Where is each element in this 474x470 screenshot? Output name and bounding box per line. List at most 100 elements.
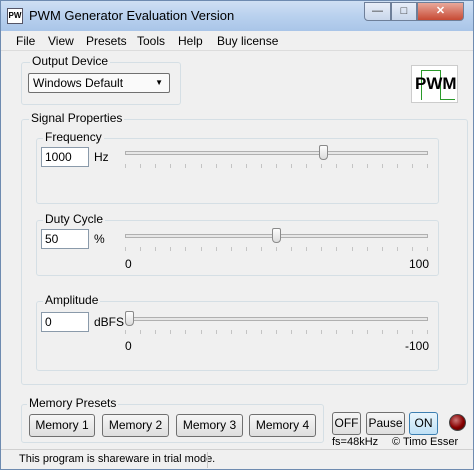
slider-tick: [397, 247, 398, 251]
duty-cycle-slider-ticks: [125, 247, 428, 253]
slider-tick: [412, 164, 413, 168]
slider-tick: [382, 164, 383, 168]
slider-tick: [185, 330, 186, 334]
slider-tick: [321, 330, 322, 334]
amplitude-input[interactable]: 0: [41, 312, 89, 332]
slider-tick: [125, 330, 126, 334]
menu-tools[interactable]: Tools: [137, 34, 165, 48]
memory-4-button[interactable]: Memory 4: [249, 414, 316, 437]
slider-tick: [427, 330, 428, 334]
title-bar[interactable]: PW PWM Generator Evaluation Version — □ …: [1, 1, 473, 31]
amplitude-label: Amplitude: [43, 293, 101, 307]
memory-1-button[interactable]: Memory 1: [29, 414, 95, 437]
minimize-button[interactable]: —: [364, 2, 391, 21]
output-device-select[interactable]: Windows Default ▼: [28, 73, 170, 93]
slider-tick: [185, 247, 186, 251]
maximize-button[interactable]: □: [391, 2, 417, 21]
logo-wave-line: [421, 70, 441, 71]
amplitude-slider-thumb[interactable]: [125, 311, 134, 326]
slider-tick: [201, 164, 202, 168]
slider-tick: [367, 164, 368, 168]
close-button[interactable]: ✕: [417, 2, 464, 21]
frequency-group: [36, 138, 439, 204]
slider-tick: [367, 247, 368, 251]
slider-tick: [261, 330, 262, 334]
slider-tick: [276, 330, 277, 334]
memory-3-button[interactable]: Memory 3: [176, 414, 243, 437]
slider-tick: [412, 247, 413, 251]
slider-tick: [321, 247, 322, 251]
menu-view[interactable]: View: [48, 34, 74, 48]
slider-tick: [306, 247, 307, 251]
slider-tick: [140, 330, 141, 334]
output-device-label: Output Device: [30, 54, 111, 68]
frequency-input[interactable]: 1000: [41, 147, 89, 167]
logo-wave-line: [440, 99, 455, 100]
menu-help[interactable]: Help: [178, 34, 203, 48]
memory-presets-label: Memory Presets: [27, 396, 119, 410]
status-text: This program is shareware in trial mode.: [19, 453, 216, 465]
slider-tick: [155, 247, 156, 251]
slider-tick: [185, 164, 186, 168]
slider-tick: [140, 247, 141, 251]
frequency-unit: Hz: [94, 150, 109, 164]
slider-tick: [231, 330, 232, 334]
on-button[interactable]: ON: [409, 412, 438, 435]
slider-tick: [261, 247, 262, 251]
copyright-label: © Timo Esser: [392, 436, 459, 448]
pause-button[interactable]: Pause: [366, 412, 405, 435]
amplitude-group: [36, 301, 439, 371]
menu-bar: File View Presets Tools Help Buy license: [1, 31, 473, 51]
output-device-value: Windows Default: [33, 76, 124, 90]
slider-tick: [170, 247, 171, 251]
slider-tick: [306, 330, 307, 334]
slider-tick: [382, 330, 383, 334]
slider-tick: [216, 247, 217, 251]
slider-tick: [427, 164, 428, 168]
status-separator: [207, 452, 208, 468]
slider-tick: [427, 247, 428, 251]
slider-tick: [352, 330, 353, 334]
slider-tick: [306, 164, 307, 168]
duty-cycle-slider-thumb[interactable]: [272, 228, 281, 243]
amplitude-slider-track[interactable]: [125, 317, 428, 321]
frequency-slider-track[interactable]: [125, 151, 428, 155]
frequency-slider-ticks: [125, 164, 428, 170]
slider-tick: [155, 330, 156, 334]
slider-tick: [276, 247, 277, 251]
menu-buy-license[interactable]: Buy license: [217, 34, 278, 48]
slider-tick: [170, 164, 171, 168]
slider-tick: [201, 247, 202, 251]
chevron-down-icon: ▼: [155, 78, 163, 87]
slider-tick: [382, 247, 383, 251]
frequency-slider-thumb[interactable]: [319, 145, 329, 160]
slider-tick: [216, 164, 217, 168]
slider-tick: [321, 164, 322, 168]
menu-presets[interactable]: Presets: [86, 34, 127, 48]
amplitude-scale-min: 0: [125, 339, 132, 353]
menu-file[interactable]: File: [16, 34, 35, 48]
slider-tick: [140, 164, 141, 168]
memory-2-button[interactable]: Memory 2: [102, 414, 169, 437]
off-button[interactable]: OFF: [332, 412, 361, 435]
signal-properties-label: Signal Properties: [29, 111, 125, 125]
slider-tick: [231, 164, 232, 168]
slider-tick: [367, 330, 368, 334]
slider-tick: [155, 164, 156, 168]
slider-tick: [170, 330, 171, 334]
app-icon[interactable]: PW: [7, 8, 23, 24]
slider-tick: [336, 330, 337, 334]
frequency-label: Frequency: [43, 130, 104, 144]
amplitude-slider-ticks: [125, 330, 428, 336]
slider-tick: [291, 330, 292, 334]
amplitude-scale-max: -100: [405, 339, 430, 353]
slider-tick: [397, 164, 398, 168]
duty-cycle-input[interactable]: 50: [41, 229, 89, 249]
amplitude-unit: dBFS: [94, 315, 125, 329]
slider-tick: [397, 330, 398, 334]
slider-tick: [261, 164, 262, 168]
slider-tick: [352, 247, 353, 251]
duty-cycle-label: Duty Cycle: [43, 212, 106, 226]
slider-tick: [201, 330, 202, 334]
slider-tick: [352, 164, 353, 168]
